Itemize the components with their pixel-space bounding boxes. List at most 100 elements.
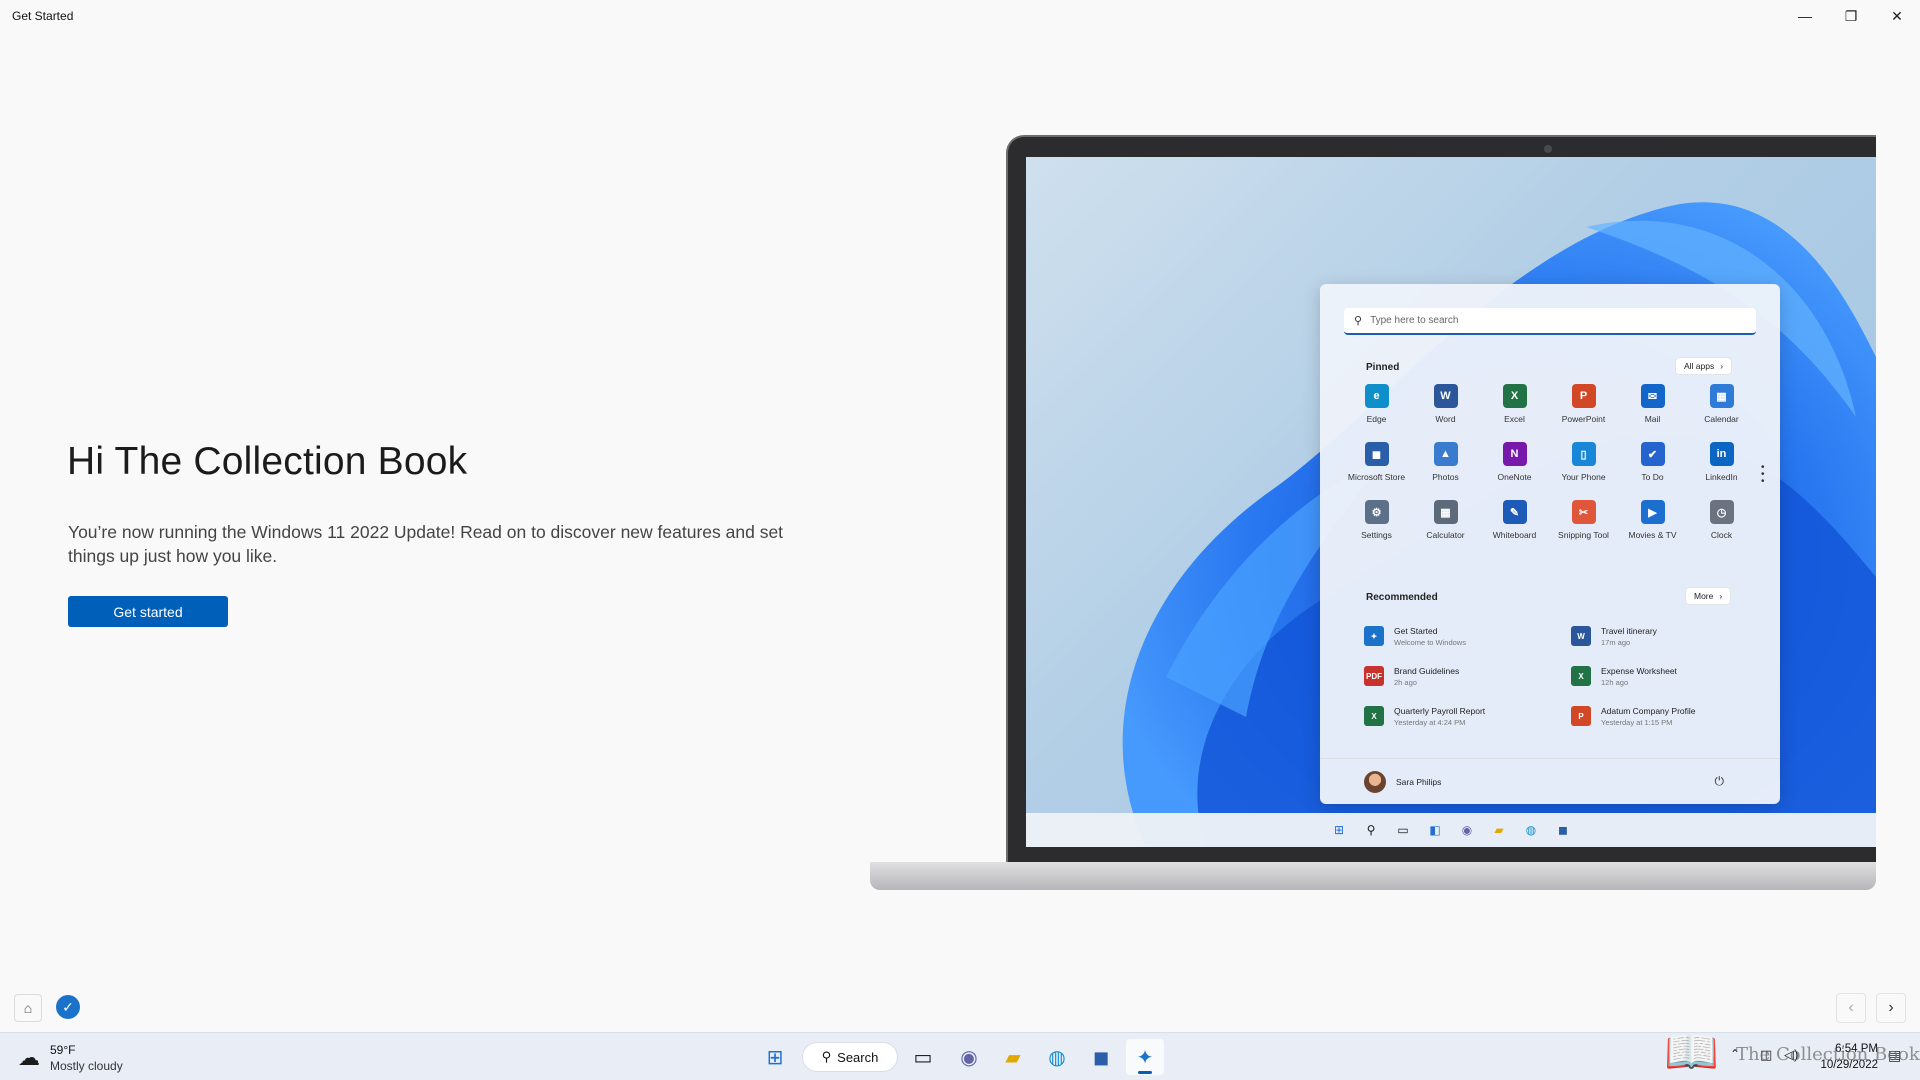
pinned-app[interactable]: ◷ Clock [1687, 500, 1756, 540]
taskbar-search-button[interactable]: ⚲ Search [802, 1042, 898, 1072]
app-icon: in [1709, 442, 1734, 466]
app-icon: ✉ [1640, 384, 1665, 408]
app-label: Photos [1432, 472, 1459, 482]
recommended-name: Get Started [1394, 625, 1438, 636]
page-title: Hi The Collection Book [67, 440, 468, 483]
title-bar: Get Started — ❐ ✕ [0, 0, 1920, 32]
recommended-item[interactable]: ✦ Get Started Welcome to Windows [1364, 622, 1571, 650]
get-started-taskbar-button[interactable]: ✦ [1126, 1039, 1164, 1075]
watermark-text: The Collection Book [1736, 1044, 1920, 1065]
recommended-item[interactable]: X Quarterly Payroll Report Yesterday at 4:… [1364, 702, 1571, 730]
recommended-list: ✦ Get Started Welcome to Windows W Travel it… [1364, 622, 1764, 730]
pinned-app[interactable]: ▦ Calculator [1411, 500, 1480, 540]
recommended-item[interactable]: P Adatum Company Profile Yesterday at 1:15… [1571, 702, 1764, 730]
app-label: Microsoft Store [1347, 472, 1406, 482]
minimize-button[interactable]: — [1782, 0, 1828, 32]
all-apps-button[interactable]: All apps › [1676, 358, 1732, 374]
recommended-item[interactable]: PDF Brand Guidelines 2h ago [1364, 662, 1571, 690]
search-icon: ⚲ [1354, 315, 1363, 327]
app-icon: ✎ [1502, 500, 1527, 524]
app-label: Movies & TV [1628, 530, 1677, 540]
start-search-input[interactable]: ⚲ Type here to search [1344, 308, 1756, 335]
laptop-base [870, 862, 1876, 890]
pinned-app[interactable]: ✂ Snipping Tool [1549, 500, 1618, 540]
pinned-app[interactable]: ▲ Photos [1411, 442, 1480, 482]
pinned-app[interactable]: ✎ Whiteboard [1480, 500, 1549, 540]
get-started-icon: ✦ [1136, 1046, 1154, 1069]
restore-icon: ❐ [1844, 7, 1858, 24]
recommended-time: 17m ago [1601, 637, 1631, 647]
next-button[interactable]: › [1876, 993, 1906, 1023]
restore-button[interactable]: ❐ [1828, 0, 1874, 32]
store-icon: ◼ [1092, 1046, 1110, 1069]
task-view-button[interactable]: ▭ [904, 1039, 942, 1075]
pinned-app[interactable]: ✉ Mail [1618, 384, 1687, 424]
recommended-time: 12h ago [1601, 677, 1629, 687]
minimize-icon: — [1798, 8, 1812, 24]
recommended-text: Expense Worksheet 12h ago [1601, 666, 1677, 687]
tips-button[interactable]: ✓ [56, 995, 80, 1019]
app-icon: ▲ [1433, 442, 1458, 466]
edge-button[interactable]: ◍ [1038, 1039, 1076, 1075]
chat-icon: ◉ [960, 1046, 978, 1069]
app-icon: ✂ [1571, 500, 1596, 524]
pinned-app[interactable]: ▯ Your Phone [1549, 442, 1618, 482]
recommended-name: Brand Guidelines [1394, 665, 1460, 676]
chat-icon: ◉ [1461, 823, 1473, 837]
pinned-app[interactable]: X Excel [1480, 384, 1549, 424]
get-started-button[interactable]: Get started [68, 596, 228, 627]
start-button[interactable]: ⊞ [756, 1039, 794, 1075]
pinned-app[interactable]: ◼ Microsoft Store [1342, 442, 1411, 482]
pinned-app[interactable]: P PowerPoint [1549, 384, 1618, 424]
app-icon: ▦ [1709, 384, 1734, 408]
chevron-left-icon: ‹ [1848, 999, 1854, 1016]
recommended-text: Brand Guidelines 2h ago [1394, 666, 1459, 687]
close-button[interactable]: ✕ [1874, 0, 1920, 32]
pinned-heading: Pinned [1366, 362, 1400, 373]
widgets-icon: ◧ [1429, 823, 1441, 837]
pinned-app[interactable]: ⚙ Settings [1342, 500, 1411, 540]
app-label: Calculator [1426, 530, 1465, 540]
chevron-right-icon: › [1720, 361, 1724, 371]
cloud-icon[interactable]: ☁ [18, 1045, 40, 1071]
app-label: Your Phone [1561, 472, 1606, 482]
previous-button[interactable]: ‹ [1836, 993, 1866, 1023]
file-explorer-button[interactable]: ▰ [994, 1039, 1032, 1075]
weather-temperature[interactable]: 59°F [50, 1043, 75, 1057]
pinned-app[interactable]: ✔ To Do [1618, 442, 1687, 482]
app-icon: ◼ [1364, 442, 1389, 466]
app-icon: e [1364, 384, 1389, 408]
app-label: To Do [1641, 472, 1664, 482]
app-label: Clock [1710, 530, 1733, 540]
file-icon: P [1571, 706, 1591, 726]
avatar[interactable] [1364, 770, 1386, 793]
home-button[interactable]: ⌂ [14, 994, 42, 1022]
book-watermark-icon: 📖 [1664, 1028, 1719, 1077]
power-icon[interactable]: ⏻ [1715, 774, 1725, 789]
intro-text: You’re now running the Windows 11 2022 U… [68, 522, 784, 566]
recommended-item[interactable]: W Travel itinerary 17m ago [1571, 622, 1764, 650]
store-icon: ◼ [1558, 823, 1568, 837]
recommended-time: 2h ago [1394, 677, 1417, 687]
laptop-screen: ⚲ Type here to search Pinned All apps › … [1026, 157, 1876, 847]
folder-icon: ▰ [1494, 823, 1504, 837]
chat-button[interactable]: ◉ [950, 1039, 988, 1075]
windows-logo-icon: ⊞ [1333, 823, 1345, 837]
camera-icon [1544, 145, 1552, 153]
pinned-app[interactable]: W Word [1411, 384, 1480, 424]
store-button[interactable]: ◼ [1082, 1039, 1120, 1075]
page-dots-icon[interactable]: • • • [1761, 463, 1765, 487]
pinned-app[interactable]: e Edge [1342, 384, 1411, 424]
pinned-app[interactable]: ▶ Movies & TV [1618, 500, 1687, 540]
recommended-item[interactable]: X Expense Worksheet 12h ago [1571, 662, 1764, 690]
taskbar-search-label: Search [837, 1049, 879, 1065]
pinned-app[interactable]: in LinkedIn [1687, 442, 1756, 482]
more-button[interactable]: More › [1686, 588, 1731, 604]
app-label: Snipping Tool [1558, 530, 1609, 540]
pinned-app[interactable]: ▦ Calendar [1687, 384, 1756, 424]
app-icon: ✔ [1640, 442, 1665, 466]
recommended-name: Quarterly Payroll Report [1394, 705, 1486, 716]
pinned-apps-grid: e Edge W Word X Excel P PowerPoint ✉ Mail ▦ Calenda… [1342, 384, 1758, 540]
pinned-app[interactable]: N OneNote [1480, 442, 1549, 482]
weather-description[interactable]: Mostly cloudy [50, 1059, 123, 1073]
